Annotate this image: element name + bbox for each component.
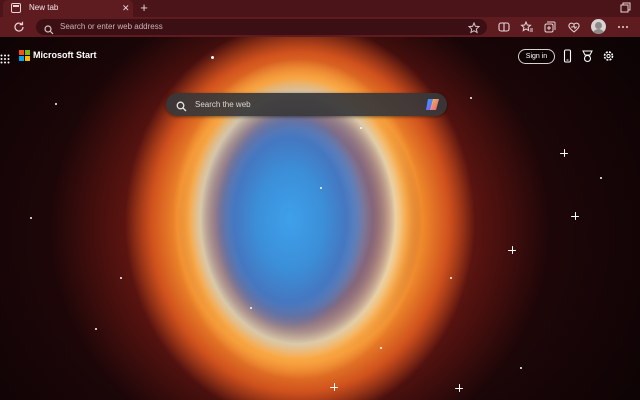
sign-in-button[interactable]: Sign in	[518, 49, 555, 64]
brand-title[interactable]: Microsoft Start	[33, 50, 97, 60]
star	[360, 127, 362, 129]
rewards-icon[interactable]	[581, 49, 594, 63]
tab-strip: New tab ✕ +	[0, 0, 640, 17]
star	[55, 103, 57, 105]
star	[120, 277, 122, 279]
star	[320, 187, 322, 189]
settings-icon[interactable]	[602, 49, 615, 63]
sparkle	[508, 246, 516, 254]
star	[600, 177, 602, 179]
star	[450, 277, 452, 279]
microsoft-logo	[19, 50, 30, 61]
address-bar[interactable]: Search or enter web address	[36, 19, 487, 35]
tab-title: New tab	[29, 3, 59, 12]
sparkle	[455, 384, 463, 392]
star	[250, 307, 252, 309]
browser-essentials-icon[interactable]	[567, 20, 581, 34]
restore-window-icon[interactable]	[618, 2, 632, 14]
refresh-icon[interactable]	[12, 20, 26, 34]
copilot-icon[interactable]	[425, 97, 441, 112]
phone-icon[interactable]	[561, 49, 574, 63]
star	[520, 367, 522, 369]
star	[380, 347, 382, 349]
favorites-icon[interactable]	[520, 20, 534, 34]
sparkle	[330, 383, 338, 391]
more-icon[interactable]	[616, 20, 630, 34]
address-input[interactable]: Search or enter web address	[60, 22, 163, 31]
profile-avatar[interactable]	[591, 19, 606, 34]
web-search-input[interactable]: Search the web	[195, 100, 251, 109]
star	[30, 217, 32, 219]
new-tab-button[interactable]: +	[137, 1, 151, 15]
star	[470, 97, 472, 99]
tab-new-tab[interactable]: New tab ✕	[3, 0, 133, 17]
search-icon	[176, 99, 187, 117]
newtab-page-icon	[11, 3, 21, 13]
toolbar: Search or enter web address	[0, 17, 640, 37]
tab-close-button[interactable]: ✕	[122, 2, 130, 14]
new-tab-page: Microsoft Start Sign in Search the web	[0, 37, 640, 400]
sparkle	[571, 212, 579, 220]
web-search-box[interactable]: Search the web	[166, 93, 447, 116]
apps-grid-icon[interactable]	[0, 51, 10, 64]
split-screen-icon[interactable]	[497, 20, 511, 34]
star	[211, 56, 214, 59]
collections-icon[interactable]	[543, 20, 557, 34]
star	[95, 328, 97, 330]
sparkle	[560, 149, 568, 157]
